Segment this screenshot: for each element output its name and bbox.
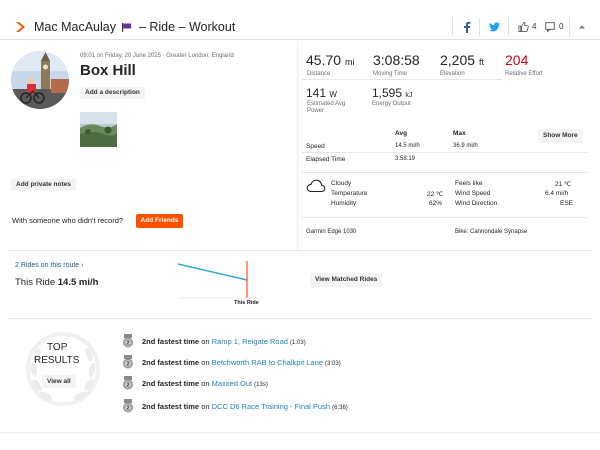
- achievement-text: 2nd fastest time on Betchworth RAB to Ch…: [142, 358, 341, 367]
- humidity-label: Humidity: [331, 200, 357, 207]
- comments-count: 0: [559, 22, 564, 31]
- add-friends-button[interactable]: Add Friends: [136, 214, 183, 228]
- stats-divider: [302, 79, 502, 80]
- segment-link[interactable]: Betchworth RAB to Chalkpit Lane: [212, 358, 323, 367]
- athlete-name-link[interactable]: Mac MacAulay: [34, 20, 116, 34]
- bike-name: Bike: Cannondale Synapse: [455, 229, 528, 235]
- device-name: Garmin Edge 1030: [306, 229, 357, 235]
- segment-link[interactable]: DCC D6 Race Training - Final Push: [212, 402, 330, 411]
- speed-avg: 14.5 mi/h: [395, 143, 420, 149]
- elapsed-time-value: 3:58:19: [395, 156, 416, 162]
- twitter-icon[interactable]: [489, 21, 500, 33]
- add-description-button[interactable]: Add a description: [80, 87, 145, 99]
- chart-marker-label: This Ride: [234, 300, 259, 306]
- divider: [508, 18, 509, 36]
- stat-energy-label: Energy Output: [372, 101, 411, 107]
- stat-elevation-value: 2,205 ft: [440, 52, 484, 68]
- stat-moving-time-value: 3:08:58: [373, 52, 420, 68]
- achievement-text: 2nd fastest time on Maxxed Out (13s): [142, 379, 268, 388]
- section-divider: [8, 318, 592, 319]
- divider: [569, 18, 570, 36]
- stat-distance-label: Distance: [307, 71, 331, 77]
- page-bottom-divider: [0, 432, 600, 433]
- cloud-icon: [306, 179, 326, 193]
- temperature-label: Temperature: [331, 190, 368, 197]
- table-divider: [302, 152, 587, 153]
- segment-link[interactable]: Ramp 1, Reigate Road: [212, 337, 288, 346]
- temperature-value: 22 ℃: [427, 191, 444, 198]
- stat-moving-time-label: Moving Time: [373, 71, 408, 77]
- feels-like-value: 21 ℃: [555, 181, 572, 188]
- wind-direction-label: Wind Direction: [455, 200, 498, 207]
- humidity-value: 62%: [429, 200, 443, 207]
- add-private-notes-button[interactable]: Add private notes: [11, 179, 76, 191]
- strava-chevron-icon: [16, 22, 25, 32]
- segment-link[interactable]: Maxxed Out: [212, 379, 252, 388]
- top-results-title-line2: RESULTS: [34, 355, 80, 366]
- stat-relative-effort-label: Relative Effort: [505, 71, 543, 77]
- stat-relative-effort-value[interactable]: 204: [505, 52, 528, 68]
- medal-rank: 2: [126, 362, 129, 368]
- activity-datetime: 09:01 on Friday, 20 June 2025 · Greater …: [80, 53, 234, 59]
- wind-speed-label: Wind Speed: [455, 190, 491, 197]
- athlete-avatar[interactable]: [11, 51, 69, 109]
- elapsed-time-label: Elapsed Time: [306, 156, 346, 163]
- view-all-button[interactable]: View all: [42, 375, 76, 388]
- chevron-up-icon[interactable]: [578, 21, 586, 33]
- kudos-count: 4: [532, 22, 537, 31]
- view-matched-rides-button[interactable]: View Matched Rides: [310, 273, 383, 287]
- stat-power-value: 141 W: [306, 86, 337, 100]
- achievement-text: 2nd fastest time on Ramp 1, Reigate Road…: [142, 337, 306, 346]
- activity-header: Mac MacAulay – Ride – Workout 4 0: [0, 14, 600, 40]
- speed-trend-line: [177, 263, 248, 281]
- medal-rank: 2: [126, 383, 129, 389]
- medal-icon: 2: [123, 376, 133, 390]
- top-results-title-line1: TOP: [47, 342, 68, 353]
- friends-prompt: With someone who didn't record?: [12, 216, 124, 225]
- landscape-photo: [80, 112, 117, 147]
- activity-photo-thumbnail[interactable]: [80, 112, 117, 147]
- stat-energy-value: 1,595 kJ: [372, 86, 413, 100]
- table-header-avg: Avg: [395, 130, 408, 137]
- stat-distance-value: 45.70 mi: [306, 52, 355, 68]
- wind-direction-value: ESE: [560, 200, 574, 207]
- show-more-button[interactable]: Show More: [538, 129, 583, 143]
- this-ride-summary: This Ride 14.5 mi/h: [15, 277, 99, 288]
- divider: [479, 18, 480, 36]
- kudos-thumb-icon[interactable]: [518, 21, 529, 33]
- section-divider: [8, 250, 592, 251]
- column-divider: [297, 42, 298, 250]
- medal-icon: 2: [123, 399, 133, 413]
- feels-like-label: Feels like: [455, 180, 483, 187]
- activity-name: Box Hill: [80, 62, 136, 79]
- medal-rank: 2: [126, 341, 129, 347]
- weather-condition: Cloudy: [331, 180, 352, 187]
- weather-divider: [302, 217, 587, 218]
- medal-rank: 2: [126, 406, 129, 412]
- stat-elevation-label: Elevation: [440, 71, 465, 77]
- title-suffix: – Ride – Workout: [138, 20, 236, 34]
- rides-on-route-link[interactable]: 2 Rides on this route ›: [15, 262, 83, 269]
- stat-power-label: Estimated Avg Power: [307, 101, 346, 114]
- table-header-max: Max: [453, 130, 466, 137]
- divider: [452, 18, 453, 36]
- table-divider: [302, 172, 587, 173]
- achievement-text: 2nd fastest time on DCC D6 Race Training…: [142, 402, 348, 411]
- medal-icon: 2: [123, 355, 133, 369]
- medal-icon: 2: [123, 334, 133, 348]
- comment-icon[interactable]: [545, 21, 555, 33]
- wind-speed-value: 6.4 mi/h: [545, 190, 569, 197]
- avatar-photo: [11, 51, 69, 109]
- flag-icon: [122, 23, 132, 32]
- speed-max: 36.9 mi/h: [453, 143, 478, 149]
- page-title: Mac MacAulay – Ride – Workout: [34, 20, 235, 34]
- speed-label: Speed: [306, 143, 325, 150]
- facebook-icon[interactable]: [463, 21, 471, 33]
